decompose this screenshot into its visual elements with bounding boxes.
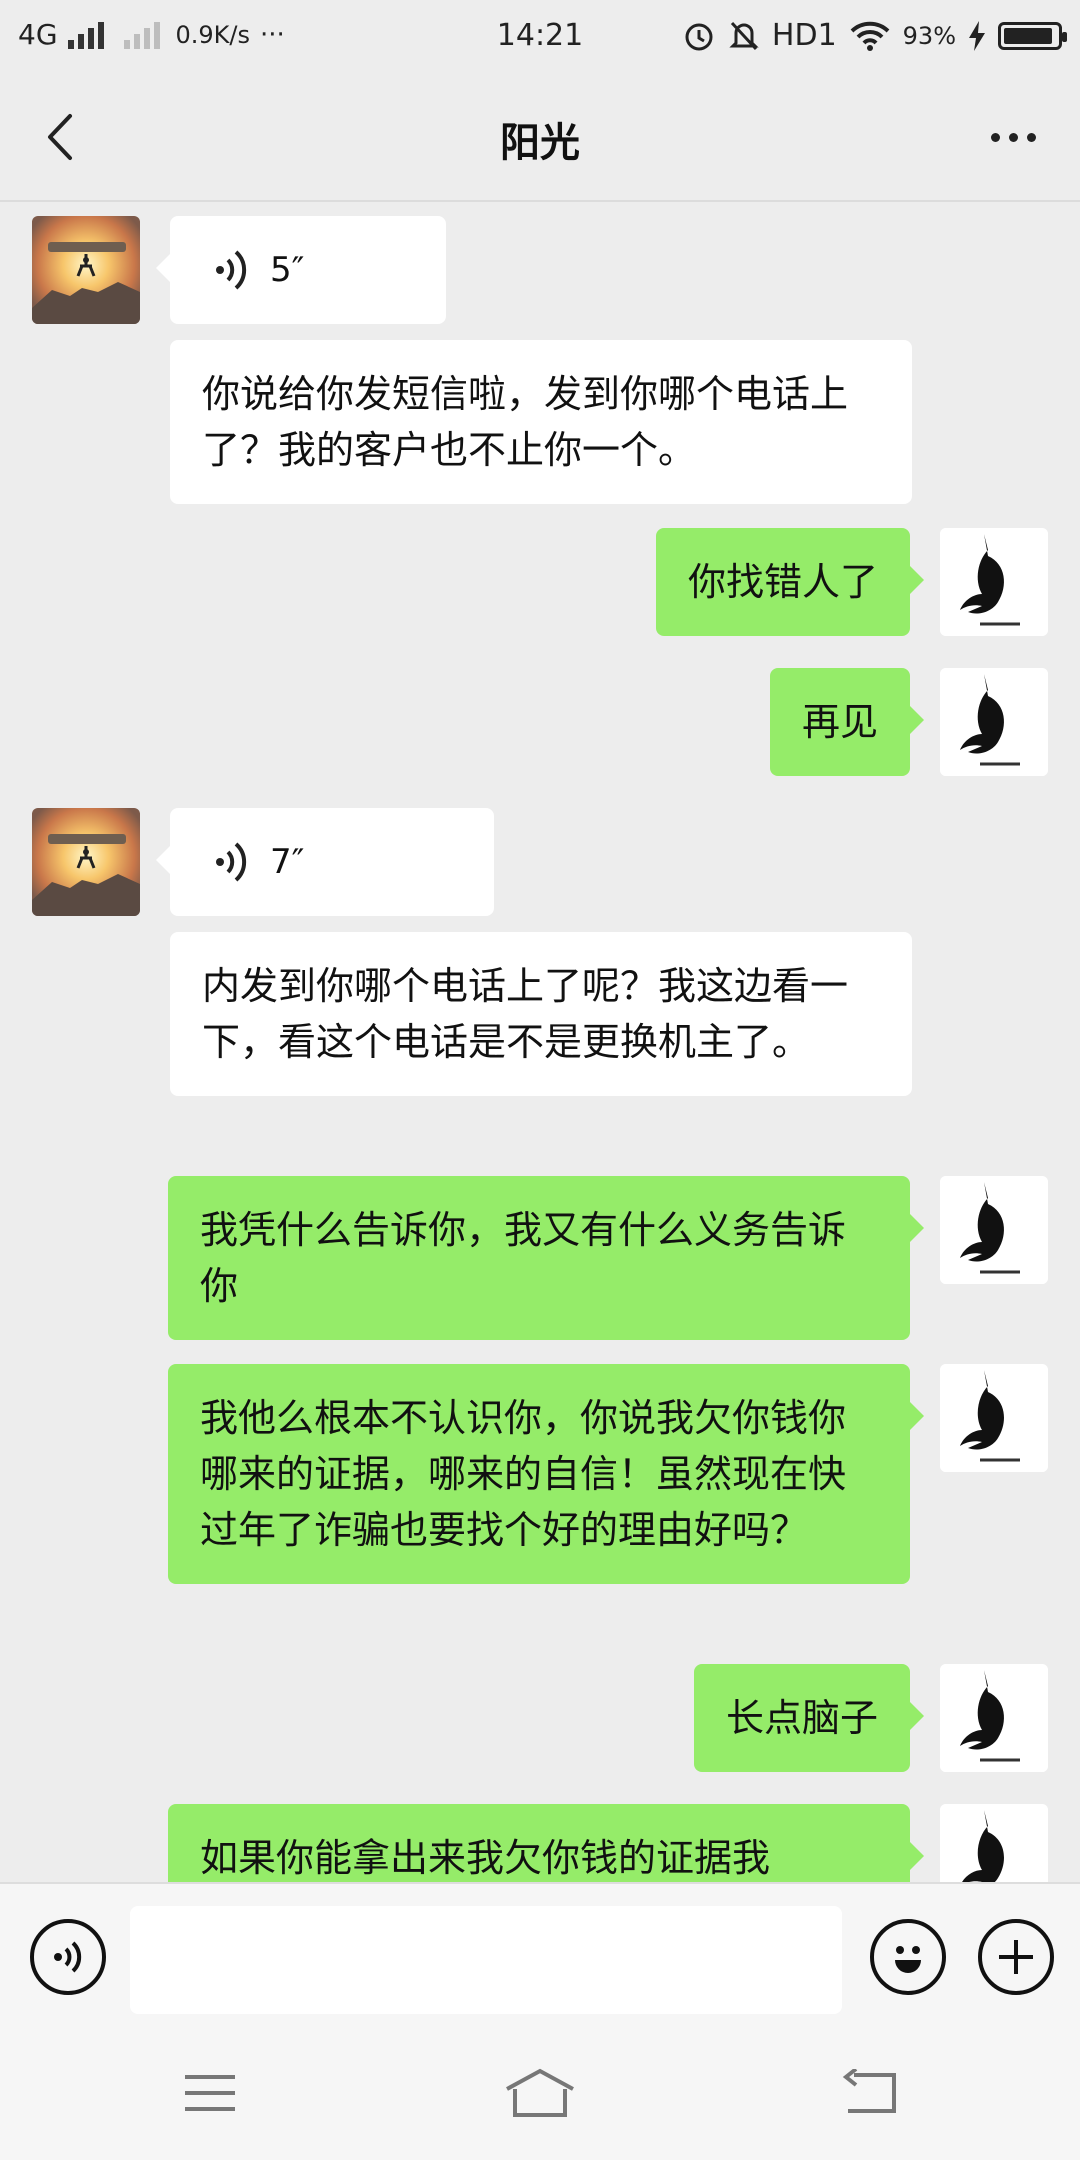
message-text: 内发到你哪个电话上了呢？我这边看一下，看这个电话是不是更换机主了。: [202, 964, 849, 1064]
my-avatar[interactable]: [940, 1364, 1048, 1472]
emoji-icon: [895, 1946, 921, 1973]
ant-sunset-avatar-icon: [32, 216, 140, 324]
my-avatar[interactable]: [940, 1664, 1048, 1772]
ink-fish-avatar-icon: [940, 1664, 1048, 1772]
voice-duration: 5″: [270, 250, 305, 290]
contact-avatar[interactable]: [32, 808, 140, 916]
add-button[interactable]: [978, 1919, 1054, 1995]
battery-percent: 93%: [902, 21, 956, 50]
more-dots-icon: [990, 132, 1000, 142]
message-text: 你找错人了: [687, 560, 878, 604]
message-text: 你说给你发短信啦，发到你哪个电话上了？我的客户也不止你一个。: [202, 372, 849, 472]
my-avatar[interactable]: [940, 1176, 1048, 1284]
clock: 14:21: [496, 18, 584, 53]
outgoing-message[interactable]: 你找错人了: [655, 528, 925, 636]
hd-indicator: HD1: [771, 18, 837, 53]
message-text: 我凭什么告诉你，我又有什么义务告诉你: [200, 1208, 847, 1308]
voice-wave-icon: [216, 250, 247, 290]
home-icon: [506, 2068, 574, 2117]
message-text: 再见: [801, 700, 878, 744]
message-list[interactable]: 5″ 你说给你发短信啦，发到你哪个电话上了？我的客户也不止你一个。 你找错人了 …: [0, 204, 1080, 1882]
return-icon: [842, 2069, 896, 2113]
menu-button[interactable]: [170, 2058, 250, 2128]
outgoing-message[interactable]: 我凭什么告诉你，我又有什么义务告诉你: [168, 1176, 924, 1340]
ink-fish-avatar-icon: [940, 528, 1048, 636]
message-text: 我他么根本不认识你，你说我欠你钱你哪来的证据，哪来的自信！虽然现在快过年了诈骗也…: [200, 1396, 847, 1552]
ink-fish-avatar-icon: [940, 1804, 1048, 1882]
ink-fish-avatar-icon: [940, 1364, 1048, 1472]
charging-icon: [969, 20, 985, 51]
home-button[interactable]: [500, 2058, 580, 2128]
message-input[interactable]: [130, 1906, 842, 2014]
ant-sunset-avatar-icon: [32, 808, 140, 916]
my-avatar[interactable]: [940, 1804, 1048, 1882]
chat-title: 阳光: [500, 120, 580, 166]
return-button[interactable]: [830, 2058, 910, 2128]
my-avatar[interactable]: [940, 668, 1048, 776]
mute-bell-icon: [729, 21, 759, 50]
emoji-button[interactable]: [870, 1919, 946, 1995]
voice-message[interactable]: 5″: [156, 216, 446, 324]
contact-avatar[interactable]: [32, 216, 140, 324]
voice-icon: [54, 1941, 82, 1973]
battery-icon: [998, 21, 1067, 50]
plus-icon: [999, 1940, 1033, 1974]
voice-input-button[interactable]: [30, 1919, 106, 1995]
voice-duration: 7″: [270, 842, 305, 882]
menu-icon: [185, 2075, 235, 2111]
outgoing-message[interactable]: 我他么根本不认识你，你说我欠你钱你哪来的证据，哪来的自信！虽然现在快过年了诈骗也…: [168, 1364, 924, 1584]
message-text: 如果你能拿出来我欠你钱的证据我: [200, 1836, 771, 1880]
wifi-icon: [850, 21, 890, 51]
outgoing-message[interactable]: 如果你能拿出来我欠你钱的证据我: [168, 1804, 924, 1882]
outgoing-message[interactable]: 再见: [769, 668, 925, 776]
ink-fish-avatar-icon: [940, 668, 1048, 776]
voice-wave-icon: [216, 842, 247, 882]
status-bar: 4G 0.9K/s ··· 14:21 HD1 93%: [0, 0, 1080, 72]
my-avatar[interactable]: [940, 528, 1048, 636]
incoming-message[interactable]: 内发到你哪个电话上了呢？我这边看一下，看这个电话是不是更换机主了。: [170, 932, 912, 1096]
voice-message[interactable]: 7″: [156, 808, 494, 916]
more-button[interactable]: [978, 102, 1048, 172]
input-bar: [0, 1882, 1080, 2028]
system-nav-bar: [0, 2028, 1080, 2160]
outgoing-message[interactable]: 长点脑子: [693, 1664, 925, 1772]
alarm-icon: [685, 23, 713, 50]
ink-fish-avatar-icon: [940, 1176, 1048, 1284]
battery-level: [1004, 27, 1053, 44]
message-text: 长点脑子: [725, 1696, 878, 1740]
incoming-message[interactable]: 你说给你发短信啦，发到你哪个电话上了？我的客户也不止你一个。: [170, 340, 912, 504]
chat-header: 阳光: [0, 72, 1080, 202]
